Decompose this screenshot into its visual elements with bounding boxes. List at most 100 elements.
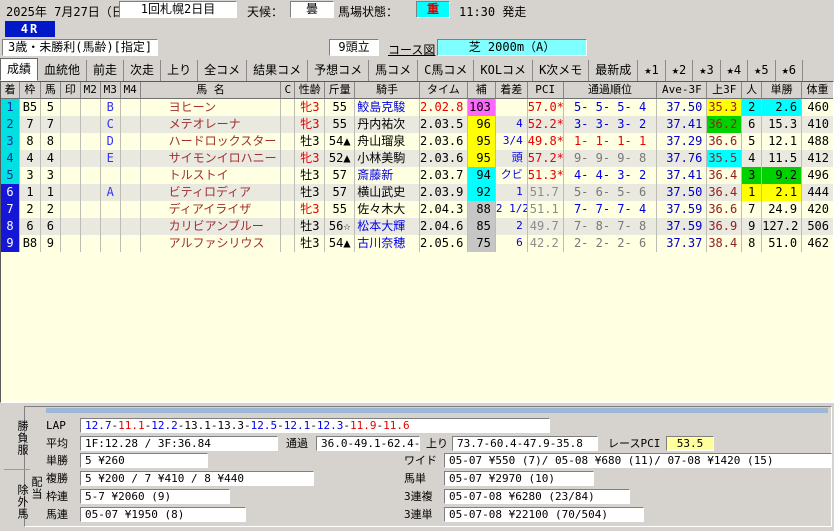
- cell-horse-name: ヨヒーン: [141, 99, 282, 116]
- cell-ave-3f: 37.76: [657, 150, 708, 167]
- cell-ave-3f: 37.50: [657, 99, 708, 116]
- cell-jockey: 小林美駒: [355, 150, 421, 167]
- table-row-4[interactable]: 4 4 4 E サイモンイロハニー 牝3 52▲ 小林美駒 2.03.6 95 頭 57.2* 9- 9…: [1, 150, 833, 167]
- tab-15[interactable]: ★2: [666, 60, 694, 81]
- table-row-3[interactable]: 3 8 8 D ハードロックスター 牡3 54▲ 舟山瑠泉 2.03.6 95 3/4 49.8* 1-…: [1, 133, 833, 150]
- cell-frame: 3: [20, 167, 41, 184]
- tab-12[interactable]: K次メモ: [533, 60, 590, 81]
- cell-m4: [121, 99, 141, 116]
- table-row-6[interactable]: 6 1 1 A ビティロディア 牡3 57 横山武史 2.03.9 92 1 51.7 5- 6- 5-…: [1, 184, 833, 201]
- race-date: 2025年 7月27日（日）: [6, 5, 136, 19]
- cell-popularity: 8: [742, 235, 763, 252]
- table-header-row: 着枠馬印 M2 M3 M4 馬 名 C 性齢 斤量 騎手 タイム補着差 PCI 通過順位 Ave-3F 上…: [1, 82, 833, 99]
- table-row-5[interactable]: 5 3 3 トルストイ 牡3 57 斎藤新 2.03.7 94 クビ 51.3* 4- 4- 3- 2…: [1, 167, 833, 184]
- cell-win-odds: 2.6: [762, 99, 803, 116]
- lap-segment: 11.1: [118, 418, 145, 432]
- track-condition-value: 重: [416, 1, 450, 18]
- tab-9[interactable]: 馬コメ: [369, 60, 419, 81]
- table-row-9[interactable]: 9 B8 9 アルファシリウス 牡3 54▲ 古川奈穂 2.05.6 75 6 42.2 2- 2- …: [1, 235, 833, 252]
- table-row-2[interactable]: 2 7 7 C メテオレーナ 牝3 55 丹内祐次 2.03.5 96 4 52.2* 3- 3- 3-…: [1, 116, 833, 133]
- tab-11[interactable]: KOLコメ: [474, 60, 534, 81]
- cell-m2: [81, 201, 101, 218]
- cell-last-3f: 36.6: [707, 133, 743, 150]
- payout-label-right-4: 3連単: [404, 508, 433, 521]
- cell-finish: 8: [1, 218, 20, 235]
- tab-6[interactable]: 全コメ: [198, 60, 248, 81]
- table-row-8[interactable]: 8 6 6 カリビアンブルー 牡3 56☆ 松本大輝 2.04.6 85 2 49.7 7- 8- 7…: [1, 218, 833, 235]
- side-tab-excluded-horses[interactable]: 除外馬: [4, 469, 30, 531]
- cell-frame: 8: [20, 133, 41, 150]
- lap-segment: 11.9: [350, 418, 377, 432]
- cell-mark: [61, 116, 81, 133]
- cell-passing-order: 4- 4- 3- 2: [564, 167, 658, 184]
- cell-last-3f: 36.2: [707, 116, 743, 133]
- table-row-1[interactable]: 1 B5 5 B ヨヒーン 牝3 55 鮫島克駿 2.02.8 103 57.0* 5- 5- 5- …: [1, 99, 833, 116]
- lap-label: LAP: [46, 418, 66, 432]
- tab-16[interactable]: ★3: [693, 60, 721, 81]
- cell-hosei: 92: [467, 184, 496, 201]
- average-label: 平均: [46, 437, 68, 450]
- cell-time: 2.03.5: [420, 116, 468, 133]
- side-tab-silks[interactable]: 勝負服: [4, 411, 30, 465]
- tab-10[interactable]: C馬コメ: [418, 60, 475, 81]
- cell-mark: [61, 201, 81, 218]
- average-value: 1F:12.28 / 3F:36.84: [80, 435, 278, 451]
- cell-pci: 57.2*: [527, 150, 564, 167]
- cell-frame: 4: [20, 150, 41, 167]
- course-info: 芝 2000m（A）: [437, 39, 587, 56]
- cell-horse-number: 9: [41, 235, 61, 252]
- tab-1[interactable]: 成績: [0, 58, 39, 81]
- tab-5[interactable]: 上り: [161, 60, 199, 81]
- cell-last-3f: 36.6: [707, 201, 743, 218]
- table-row-7[interactable]: 7 2 2 ディアイライザ 牝3 55 佐々木大 2.04.3 88 2 1/2 51.1 7- 7-…: [1, 201, 833, 218]
- cell-body-weight: 420: [807, 202, 830, 216]
- cell-margin: クビ: [496, 167, 528, 184]
- payout-row-left-1: 単勝 5 ¥260: [46, 451, 314, 469]
- cell-hosei: 94: [467, 167, 496, 184]
- cell-mark: [61, 218, 81, 235]
- closing-label: 上り: [426, 437, 448, 450]
- tab-7[interactable]: 結果コメ: [247, 60, 309, 81]
- cell-m4: [121, 201, 141, 218]
- cell-m2: [81, 167, 101, 184]
- cell-horse-name: サイモンイロハニー: [141, 150, 282, 167]
- cell-last-3f: 36.4: [707, 184, 743, 201]
- tab-14[interactable]: ★1: [638, 60, 666, 81]
- cell-frame: B8: [20, 235, 41, 252]
- tab-17[interactable]: ★4: [721, 60, 749, 81]
- payout-label-left-2: 複勝: [46, 472, 68, 485]
- cell-m3: [101, 167, 121, 184]
- tab-3[interactable]: 前走: [87, 60, 125, 81]
- col-pci: PCI: [527, 82, 564, 99]
- cell-time: 2.04.6: [420, 218, 468, 235]
- payout-row-right-2: 馬単 05-07 ¥2970 (10): [404, 469, 832, 487]
- cell-horse-number: 1: [41, 184, 61, 201]
- tab-bar: 成績 血統他 前走 次走 上り 全コメ 結果コメ 予想コメ 馬コメ C馬コメ KOLコメ K次メモ 最新…: [0, 58, 834, 81]
- cell-horse-number: 2: [41, 201, 61, 218]
- tab-13[interactable]: 最新成: [589, 60, 639, 81]
- cell-ave-3f: 37.41: [657, 116, 708, 133]
- cell-m3: [101, 235, 121, 252]
- tab-8[interactable]: 予想コメ: [308, 60, 370, 81]
- cell-popularity: 3: [742, 167, 763, 184]
- col-margin: 着差: [495, 82, 528, 99]
- cell-ave-3f: 37.59: [657, 218, 708, 235]
- cell-finish: 7: [1, 201, 20, 218]
- cell-horse-number: 7: [41, 116, 61, 133]
- cell-pci: 51.1: [528, 201, 564, 218]
- table-body: 1 B5 5 B ヨヒーン 牝3 55 鮫島克駿 2.02.8 103 57.0* 5- 5- 5- …: [1, 99, 833, 252]
- payout-row-right-3: 3連複 05-07-08 ¥6280 (23/84): [404, 487, 832, 505]
- cell-finish: 1: [1, 99, 20, 116]
- cell-body-weight: 444: [807, 185, 830, 199]
- tab-4[interactable]: 次走: [124, 60, 162, 81]
- tab-19[interactable]: ★6: [776, 60, 804, 81]
- col-win-odds: 単勝: [762, 82, 803, 99]
- cell-horse-name: ビティロディア: [141, 184, 282, 201]
- col-ave-3f: Ave-3F: [657, 82, 708, 99]
- payout-value-right-3: 05-07-08 ¥6280 (23/84): [444, 488, 630, 504]
- tab-18[interactable]: ★5: [748, 60, 776, 81]
- payout-value-left-2: 5 ¥200 / 7 ¥410 / 8 ¥440: [80, 470, 314, 486]
- tab-2[interactable]: 血統他: [38, 60, 88, 81]
- course-map-link[interactable]: コース図: [388, 41, 435, 58]
- cell-m4: [121, 116, 141, 133]
